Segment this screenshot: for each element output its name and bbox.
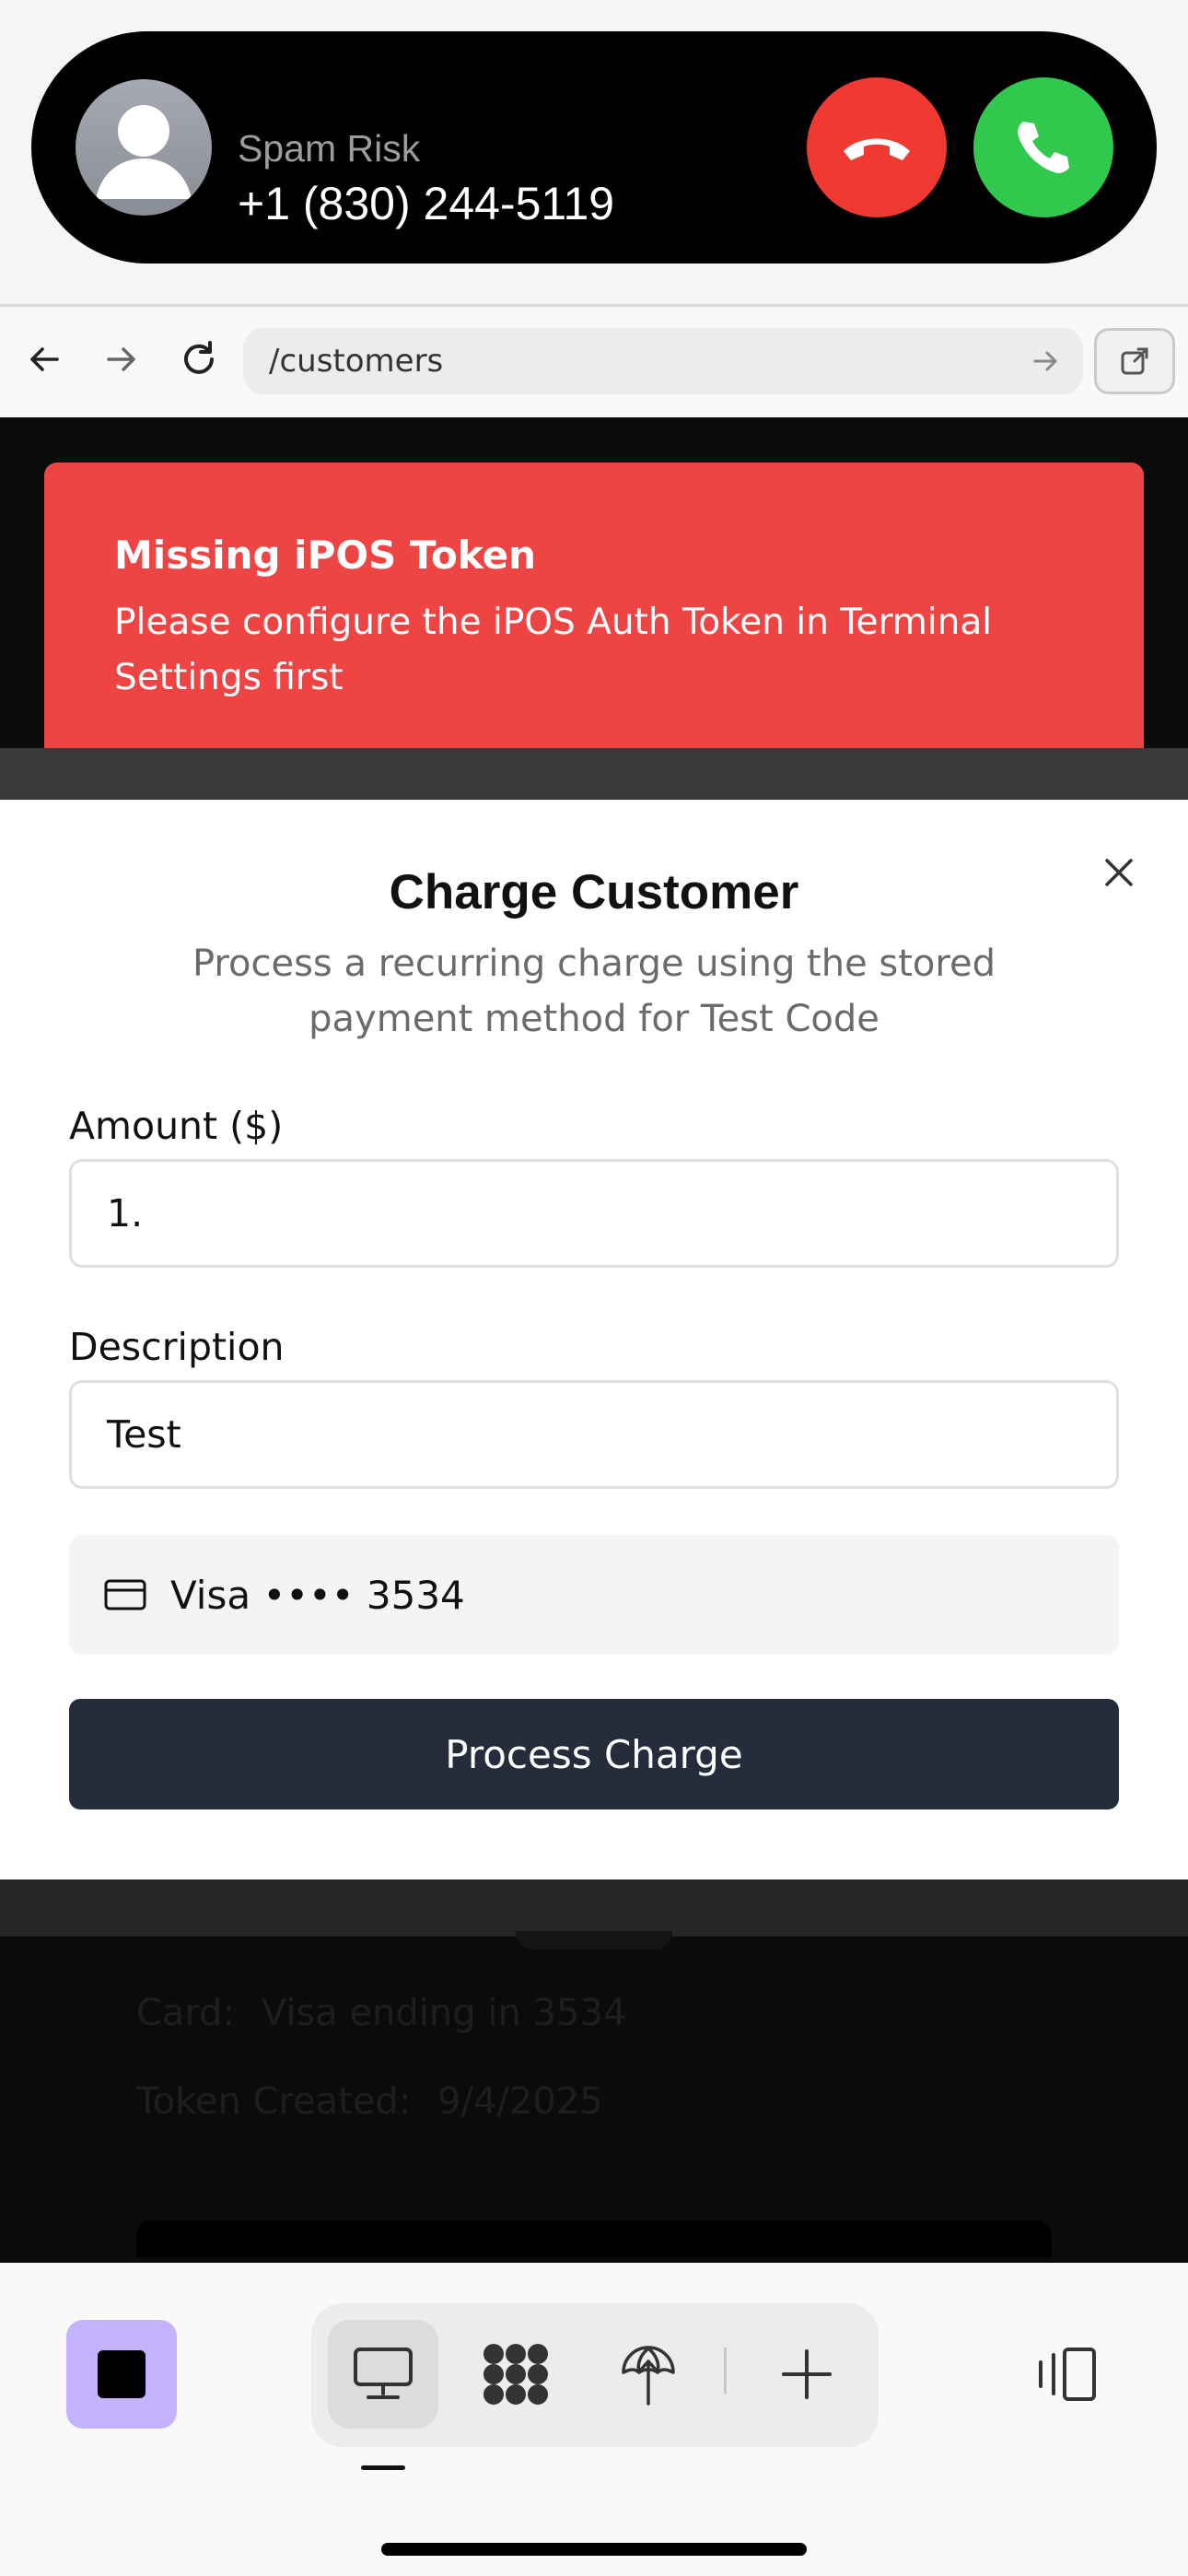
- url-field[interactable]: /customers: [243, 328, 1083, 394]
- active-tab-indicator: [361, 2465, 405, 2470]
- network-icon[interactable]: [611, 2337, 685, 2411]
- toast-title: Missing iPOS Token: [114, 533, 537, 578]
- phone-accept-icon: [1018, 122, 1069, 173]
- dialog-title: Charge Customer: [389, 865, 799, 919]
- background-button: [136, 2220, 1052, 2257]
- add-icon[interactable]: [770, 2337, 844, 2411]
- card-detail-label: Card:: [136, 1992, 236, 2034]
- stored-card: Visa •••• 3534: [69, 1535, 1119, 1655]
- dialog-subtitle: Process a recurring charge using the sto…: [192, 943, 996, 1040]
- home-indicator[interactable]: [381, 2543, 807, 2556]
- card-label: Visa •••• 3534: [170, 1572, 465, 1618]
- description-value: Test: [107, 1412, 181, 1457]
- caller-label: Spam Risk: [238, 127, 421, 170]
- status-pill: [516, 1931, 672, 1950]
- amount-label: Amount ($): [69, 1104, 284, 1148]
- process-charge-button[interactable]: Process Charge: [69, 1699, 1119, 1809]
- side-panel-icon[interactable]: [1030, 2337, 1103, 2411]
- phone-decline-icon: [844, 138, 910, 160]
- amount-value: 1.: [107, 1191, 144, 1235]
- decline-call-button[interactable]: [807, 77, 947, 217]
- desktop-icon[interactable]: [346, 2337, 420, 2411]
- tool-divider: [724, 2348, 727, 2394]
- reload-icon[interactable]: [169, 330, 228, 389]
- url-text: /customers: [269, 343, 444, 380]
- card-detail: Card: Visa ending in 3534: [136, 1992, 626, 2034]
- description-input[interactable]: Test: [69, 1380, 1119, 1489]
- token-detail-value: 9/4/2025: [437, 2080, 603, 2123]
- toast-description: Please configure the iPOS Auth Token in …: [114, 602, 993, 698]
- dim-overlay-bottom: [0, 1879, 1188, 1937]
- external-link-button[interactable]: [1094, 328, 1175, 394]
- go-arrow-icon[interactable]: [1030, 345, 1063, 378]
- dim-overlay-top: [0, 748, 1188, 800]
- credit-card-icon: [104, 1579, 146, 1610]
- caller-avatar: [76, 79, 212, 216]
- description-label: Description: [69, 1325, 285, 1369]
- stop-icon: [98, 2350, 146, 2398]
- card-detail-value: Visa ending in 3534: [261, 1992, 627, 2034]
- accept-call-button[interactable]: [973, 77, 1113, 217]
- amount-input[interactable]: 1.: [69, 1159, 1119, 1268]
- stop-button[interactable]: [66, 2320, 177, 2429]
- caller-phone-number: +1 (830) 244-5119: [238, 178, 615, 229]
- token-detail: Token Created: 9/4/2025: [136, 2080, 603, 2123]
- token-detail-label: Token Created:: [136, 2080, 412, 2123]
- apps-grid-icon[interactable]: [479, 2337, 553, 2411]
- arrow-left-icon[interactable]: [15, 330, 74, 389]
- external-link-icon: [1121, 347, 1148, 375]
- arrow-right-icon[interactable]: [92, 330, 151, 389]
